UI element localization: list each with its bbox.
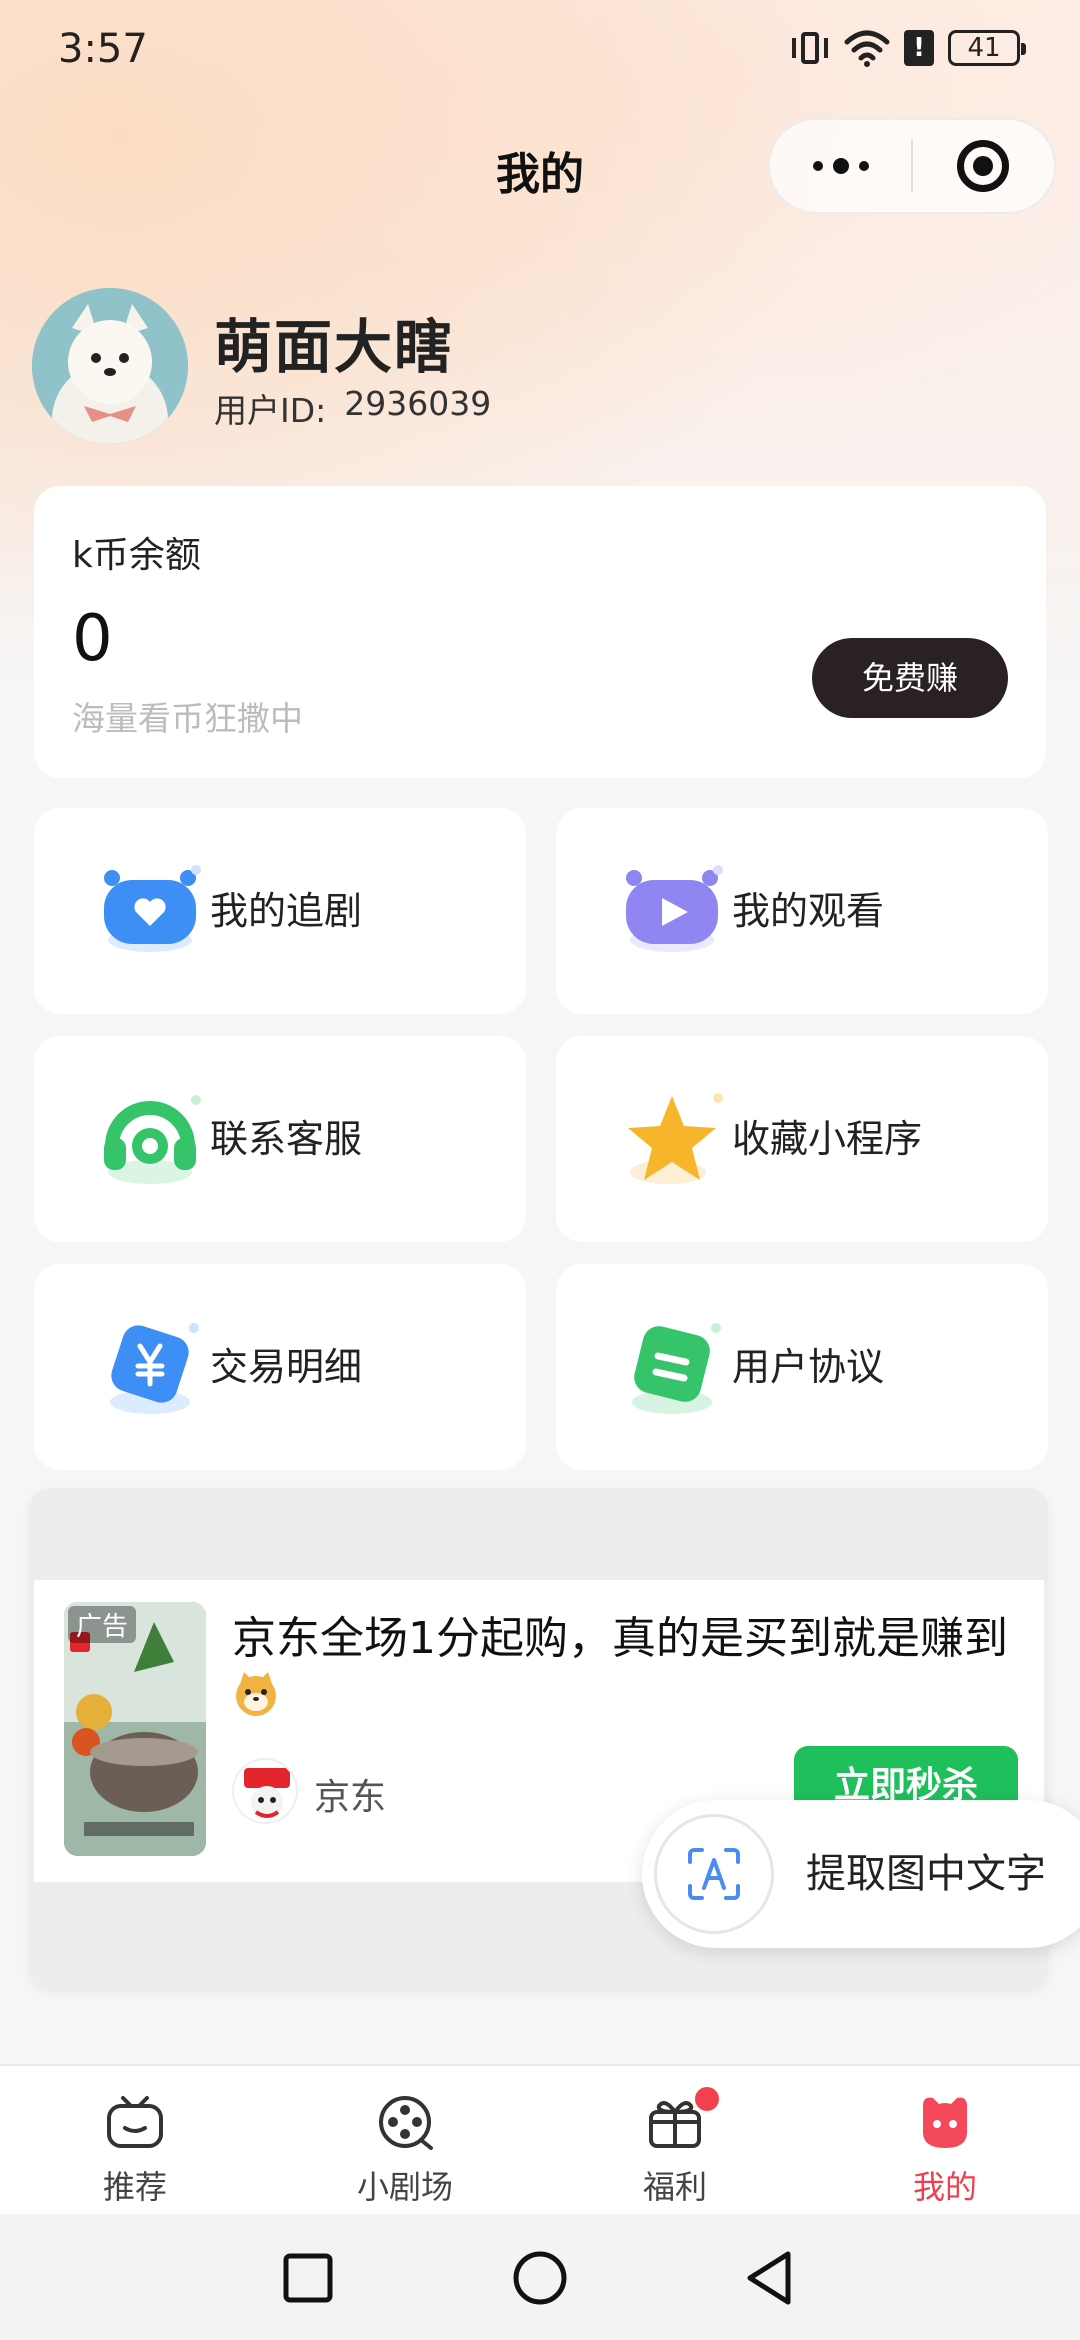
tab-recommend[interactable]: 推荐 [0, 2066, 270, 2216]
free-earn-button[interactable]: 免费赚 [812, 638, 1008, 718]
balance-label: k币余额 [72, 535, 201, 576]
tab-label-welfare: 福利 [642, 2168, 707, 2206]
doge-emoji-icon [236, 1672, 276, 1716]
ad-brand: 京东 [314, 1777, 387, 1818]
film-reel-icon [379, 2096, 433, 2150]
menu-item-user-agreement[interactable]: 用户协议 [556, 1264, 1048, 1470]
menu-item-customer-service[interactable]: 联系客服 [34, 1036, 526, 1242]
menu-label-my-series: 我的追剧 [210, 889, 363, 933]
menu-label-user-agreement: 用户协议 [732, 1345, 885, 1389]
wifi-icon [844, 30, 890, 67]
more-menu-icon[interactable] [770, 118, 911, 214]
close-miniprogram-icon[interactable] [913, 118, 1054, 214]
miniprogram-capsule [768, 118, 1056, 214]
menu-label-transactions: 交易明细 [210, 1345, 363, 1389]
text-scan-icon [654, 1814, 774, 1934]
tv-icon [107, 2096, 163, 2148]
tab-theater[interactable]: 小剧场 [270, 2066, 540, 2216]
play-tv-icon [626, 865, 723, 952]
balance-value: 0 [72, 602, 113, 676]
status-bar: 3:57 ! 41 [0, 0, 1080, 104]
extract-text-label: 提取图中文字 [806, 1851, 1046, 1897]
home-icon[interactable] [510, 2248, 570, 2308]
welfare-badge-dot [692, 2084, 722, 2114]
profile-face-icon [923, 2097, 967, 2148]
vibrate-icon [790, 28, 830, 68]
tab-label-mine: 我的 [912, 2168, 977, 2206]
menu-item-my-watch[interactable]: 我的观看 [556, 808, 1048, 1014]
extract-text-button[interactable]: 提取图中文字 [642, 1800, 1080, 1948]
system-navigation-bar [0, 2214, 1080, 2340]
menu-item-my-series[interactable]: 我的追剧 [34, 808, 526, 1014]
yen-icon [110, 1323, 199, 1414]
menu-label-my-watch: 我的观看 [732, 889, 885, 933]
user-id-label: 用户ID: [214, 391, 327, 430]
tab-mine[interactable]: 我的 [810, 2066, 1080, 2216]
headset-icon [104, 1095, 201, 1184]
menu-item-favorite-miniprogram[interactable]: 收藏小程序 [556, 1036, 1048, 1242]
menu-label-customer-service: 联系客服 [210, 1117, 363, 1161]
back-icon[interactable] [740, 2248, 800, 2308]
heart-tv-icon [104, 865, 201, 952]
document-icon [632, 1323, 721, 1414]
jd-logo-icon [232, 1758, 298, 1824]
user-id-value: 2936039 [344, 384, 492, 423]
balance-tip: 海量看币狂撒中 [72, 699, 303, 738]
ad-title: 京东全场1分起购，真的是买到就是赚到 [232, 1613, 1008, 1664]
star-icon [628, 1093, 723, 1184]
bottom-tab-bar: 推荐 小剧场 福利 我的 [0, 2064, 1080, 2214]
user-id-row: 用户ID: 2936039 [214, 384, 491, 432]
username: 萌面大瞎 [214, 313, 455, 381]
recent-apps-icon[interactable] [278, 2248, 338, 2308]
status-time: 3:57 [58, 26, 148, 72]
balance-card: k币余额 0 海量看币狂撒中 免费赚 [34, 486, 1046, 778]
status-icons: ! 41 [790, 28, 1026, 68]
menu-label-favorite-miniprogram: 收藏小程序 [732, 1117, 923, 1161]
avatar[interactable] [32, 288, 188, 444]
ad-tag: 广告 [68, 1606, 137, 1643]
menu-item-transactions[interactable]: 交易明细 [34, 1264, 526, 1470]
tab-label-theater: 小剧场 [356, 2168, 453, 2206]
my-page: 3:57 ! 41 我的 萌面大瞎 用户ID: 2936039 k币余额 0 海… [0, 0, 1080, 2340]
battery-indicator: 41 [948, 30, 1026, 66]
ad-thumbnail[interactable]: 广告 [64, 1602, 206, 1856]
tab-welfare[interactable]: 福利 [540, 2066, 810, 2216]
tab-label-recommend: 推荐 [102, 2168, 167, 2206]
alert-icon: ! [904, 30, 934, 66]
